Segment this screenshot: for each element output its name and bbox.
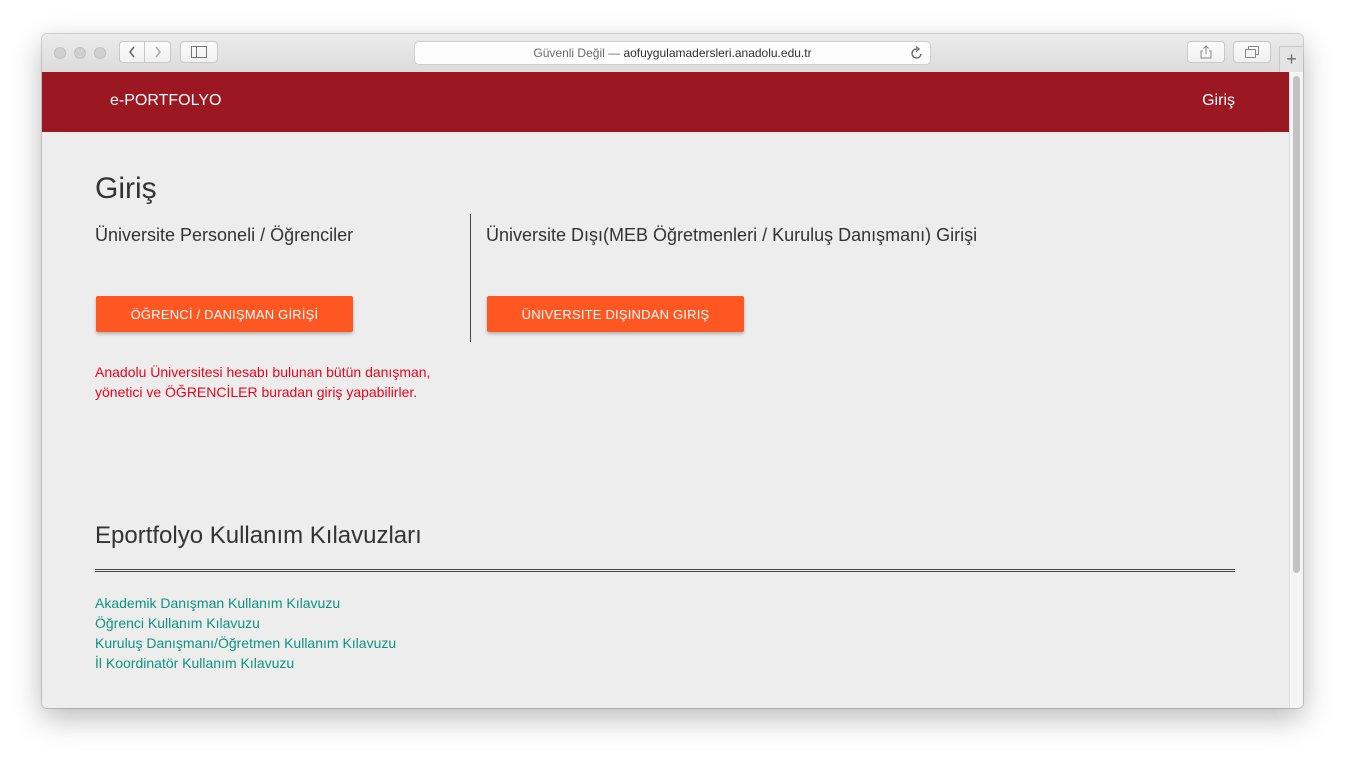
list-item: İl Koordinatör Kullanım Kılavuzu bbox=[95, 653, 396, 673]
address-domain: aofuygulamadersleri.anadolu.edu.tr bbox=[623, 46, 812, 60]
list-item: Kuruluş Danışmanı/Öğretmen Kullanım Kıla… bbox=[95, 633, 396, 653]
share-button[interactable] bbox=[1187, 41, 1225, 63]
brand-link[interactable]: e-PORTFOLYO bbox=[110, 92, 221, 110]
chevron-right-icon bbox=[154, 46, 161, 58]
share-icon bbox=[1200, 45, 1212, 59]
page-title: Giriş bbox=[95, 172, 157, 205]
external-section-heading: Üniversite Dışı(MEB Öğretmenleri / Kurul… bbox=[486, 225, 978, 245]
student-advisor-login-button[interactable]: ÖĞRENCİ / DANIŞMAN GİRİŞİ bbox=[96, 296, 353, 332]
login-note-line-2: yönetici ve ÖĞRENCİLER buradan giriş yap… bbox=[95, 384, 418, 400]
guide-link-province-coordinator[interactable]: İl Koordinatör Kullanım Kılavuzu bbox=[95, 655, 294, 671]
external-login-button[interactable]: ÜNIVERSITE DIŞINDAN GIRIŞ bbox=[487, 296, 744, 332]
forward-button[interactable] bbox=[145, 41, 171, 63]
scrollbar[interactable] bbox=[1289, 72, 1303, 708]
tabs-button[interactable] bbox=[1233, 41, 1271, 63]
sidebar-icon bbox=[191, 46, 207, 58]
page-content: Giriş Üniversite Personeli / Öğrenciler … bbox=[42, 132, 1289, 708]
plus-icon: + bbox=[1286, 49, 1297, 69]
guide-link-academic-advisor[interactable]: Akademik Danışman Kullanım Kılavuzu bbox=[95, 595, 340, 611]
reload-icon[interactable] bbox=[910, 45, 924, 61]
guides-list: Akademik Danışman Kullanım Kılavuzu Öğre… bbox=[95, 593, 396, 673]
nav-login-link[interactable]: Giriş bbox=[1202, 92, 1235, 110]
sidebar-button[interactable] bbox=[180, 41, 218, 63]
back-button[interactable] bbox=[119, 41, 145, 63]
login-note: Anadolu Üniversitesi hesabı bulunan bütü… bbox=[95, 362, 455, 402]
history-nav bbox=[119, 41, 172, 63]
site-navbar: e-PORTFOLYO Giriş bbox=[42, 72, 1303, 132]
new-tab-button[interactable]: + bbox=[1279, 46, 1303, 72]
security-status: Güvenli Değil — bbox=[533, 46, 621, 60]
guides-heading: Eportfolyo Kullanım Kılavuzları bbox=[95, 522, 422, 549]
list-item: Akademik Danışman Kullanım Kılavuzu bbox=[95, 593, 396, 613]
browser-toolbar: Güvenli Değil — aofuygulamadersleri.anad… bbox=[42, 34, 1303, 73]
minimize-icon[interactable] bbox=[74, 47, 86, 59]
staff-section-heading: Üniversite Personeli / Öğrenciler bbox=[95, 225, 354, 245]
maximize-icon[interactable] bbox=[94, 47, 106, 59]
address-bar[interactable]: Güvenli Değil — aofuygulamadersleri.anad… bbox=[414, 41, 931, 65]
guide-link-institution-advisor[interactable]: Kuruluş Danışmanı/Öğretmen Kullanım Kıla… bbox=[95, 635, 396, 651]
list-item: Öğrenci Kullanım Kılavuzu bbox=[95, 613, 396, 633]
close-icon[interactable] bbox=[54, 47, 66, 59]
guides-divider bbox=[95, 569, 1235, 572]
guide-link-student[interactable]: Öğrenci Kullanım Kılavuzu bbox=[95, 615, 260, 631]
scrollbar-thumb[interactable] bbox=[1293, 76, 1300, 573]
tabs-icon bbox=[1245, 46, 1259, 58]
column-divider bbox=[470, 214, 471, 342]
login-note-line-1: Anadolu Üniversitesi hesabı bulunan bütü… bbox=[95, 364, 431, 380]
browser-window: Güvenli Değil — aofuygulamadersleri.anad… bbox=[42, 34, 1303, 708]
chevron-left-icon bbox=[128, 46, 135, 58]
